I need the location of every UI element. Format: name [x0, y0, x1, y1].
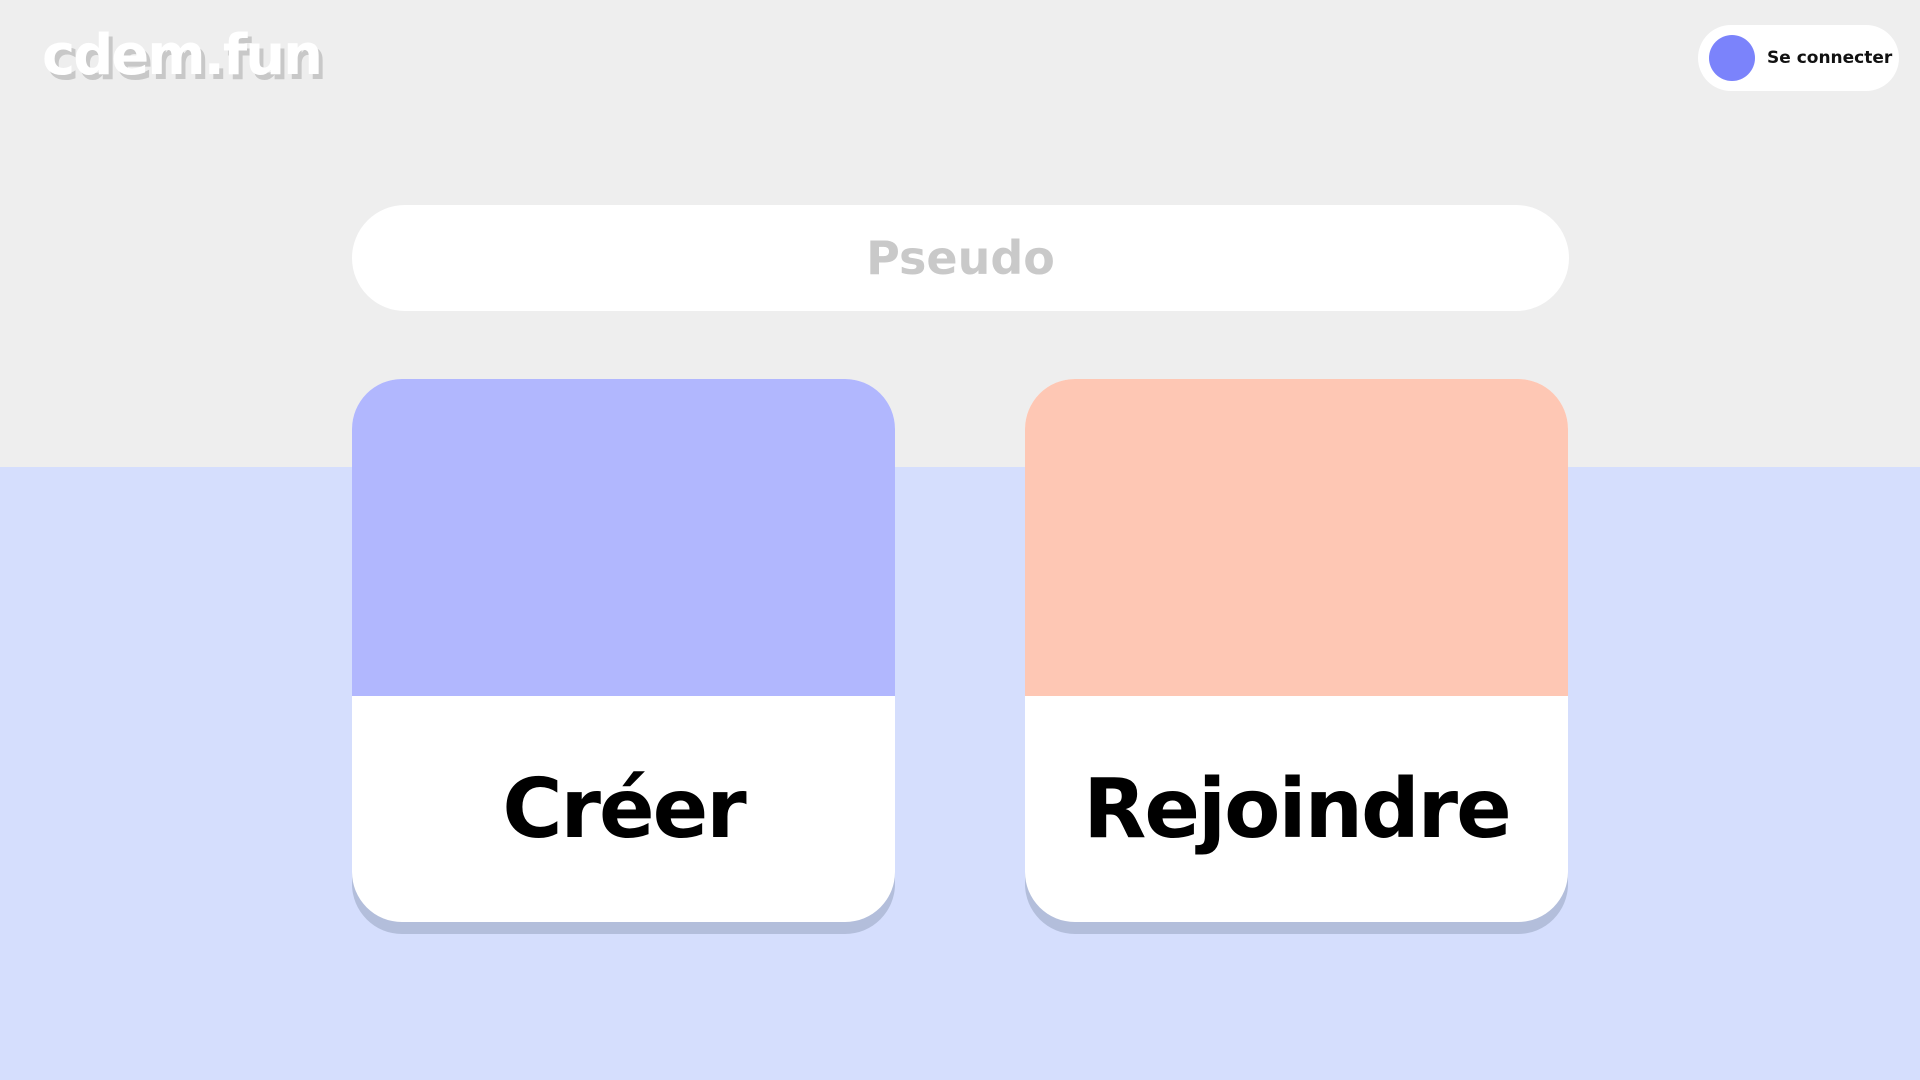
create-card-illustration: [352, 379, 895, 696]
join-card-footer: Rejoindre: [1025, 696, 1568, 922]
avatar-icon: [1709, 35, 1755, 81]
login-button[interactable]: Se connecter: [1698, 25, 1899, 91]
join-card-illustration: [1025, 379, 1568, 696]
pseudo-input[interactable]: [352, 205, 1569, 311]
background-band: [0, 467, 1920, 1080]
site-logo[interactable]: cdem.fun: [42, 28, 323, 84]
join-label: Rejoindre: [1083, 761, 1511, 857]
create-game-card[interactable]: Créer: [352, 379, 895, 922]
create-card-footer: Créer: [352, 696, 895, 922]
login-label: Se connecter: [1767, 48, 1893, 68]
create-label: Créer: [502, 761, 746, 857]
join-game-card[interactable]: Rejoindre: [1025, 379, 1568, 922]
